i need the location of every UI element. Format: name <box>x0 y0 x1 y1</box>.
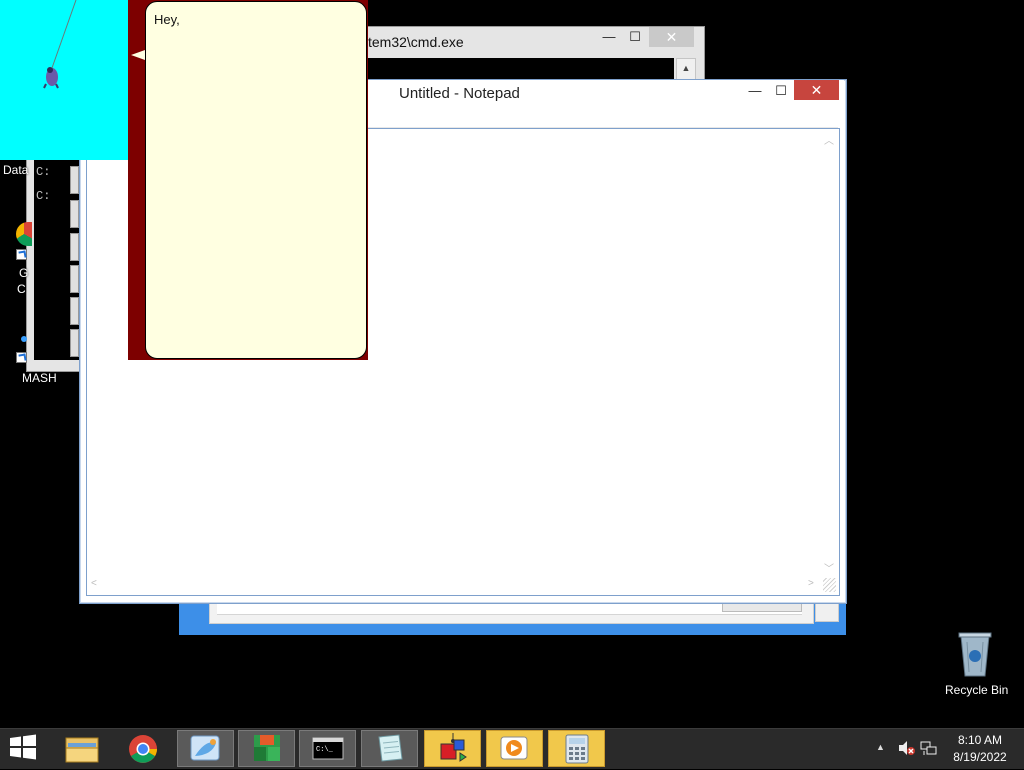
notepad-horizontal-scrollbar[interactable]: < > <box>88 577 820 593</box>
taskbar-calculator-button[interactable] <box>548 730 605 767</box>
scroll-right-arrow-icon[interactable]: > <box>808 578 814 589</box>
scroll-left-arrow-icon[interactable]: < <box>91 578 97 589</box>
clock-date[interactable]: 8/19/2022 <box>940 750 1020 764</box>
start-button[interactable] <box>8 734 40 764</box>
desktop-icon-label[interactable]: G <box>19 266 28 280</box>
taskbar-shapes-app-button[interactable] <box>424 730 481 767</box>
cmd-line: C: <box>36 165 51 179</box>
svg-text:C:\_: C:\_ <box>316 746 334 754</box>
chrome-shortcut-icon[interactable] <box>16 222 32 246</box>
cmd-side-tab[interactable] <box>70 329 79 357</box>
cmd-line: C: <box>36 189 51 203</box>
folder-icon <box>65 737 99 763</box>
taskbar-media-player-button[interactable] <box>486 730 543 767</box>
cmd-close-button[interactable]: ✕ <box>649 27 694 47</box>
notepad-icon <box>378 734 403 762</box>
speech-balloon-tail <box>131 50 145 60</box>
cmd-side-tab[interactable] <box>70 166 79 194</box>
cmd-side-tab[interactable] <box>70 297 79 325</box>
network-icon[interactable] <box>920 740 938 759</box>
taskbar-boxes-app-button[interactable] <box>238 730 295 767</box>
show-hidden-icons-button[interactable]: ▲ <box>876 742 885 752</box>
notepad-minimize-button[interactable]: — <box>742 82 768 102</box>
taskbar-paint-button[interactable] <box>177 730 234 767</box>
agent-character-pane[interactable] <box>0 0 128 160</box>
cmd-window-title: tem32\cmd.exe <box>368 34 464 50</box>
chrome-icon <box>129 735 157 763</box>
cmd-side-tab[interactable] <box>70 265 79 293</box>
notepad-close-button[interactable]: ✕ <box>794 80 839 100</box>
cmd-maximize-button[interactable]: ☐ <box>622 28 648 48</box>
scroll-down-arrow-icon[interactable]: ﹀ <box>824 560 834 575</box>
paint-icon <box>190 735 220 761</box>
cmd-scroll-up-button[interactable]: ▲ <box>676 58 696 80</box>
rocky-character-icon[interactable] <box>0 0 128 160</box>
speech-balloon-text: Hey, <box>154 12 180 27</box>
desktop-icon-label[interactable]: Data <box>3 163 28 177</box>
shortcut-arrow-icon <box>16 249 27 260</box>
media-player-icon <box>500 736 528 760</box>
taskbar-file-explorer-button[interactable] <box>54 730 111 767</box>
notepad-window-title: Untitled - Notepad <box>399 85 520 102</box>
scroll-up-arrow-icon[interactable]: ︿ <box>824 132 834 147</box>
volume-muted-icon[interactable] <box>897 740 917 759</box>
notepad-vertical-scrollbar[interactable]: ︿ ﹀ <box>820 130 837 576</box>
recycle-bin-icon[interactable] <box>957 632 993 681</box>
mash-shortcut-icon[interactable] <box>21 336 27 342</box>
calculator-icon <box>565 734 589 764</box>
boxes-icon <box>254 735 280 761</box>
taskbar-notepad-button[interactable] <box>361 730 418 767</box>
desktop-icon-label[interactable]: MASH <box>22 371 57 385</box>
notepad-maximize-button[interactable]: ☐ <box>768 82 794 102</box>
shapes-icon <box>440 733 467 762</box>
cmd-side-tab[interactable] <box>70 233 79 261</box>
speech-balloon[interactable] <box>145 1 367 359</box>
shortcut-arrow-icon <box>16 352 27 363</box>
taskbar-chrome-button[interactable] <box>115 730 172 767</box>
desktop-icon-label[interactable]: C <box>17 282 26 296</box>
clock-time[interactable]: 8:10 AM <box>940 733 1020 747</box>
recycle-bin-label[interactable]: Recycle Bin <box>945 683 1008 697</box>
resize-grip-icon[interactable] <box>823 578 836 592</box>
cmd-minimize-button[interactable]: — <box>596 28 622 48</box>
taskbar-command-prompt-button[interactable]: C:\_ <box>299 730 356 767</box>
cmd-side-tab[interactable] <box>70 200 79 228</box>
cmd-icon: C:\_ <box>312 737 344 760</box>
windows-logo-icon <box>10 734 36 760</box>
